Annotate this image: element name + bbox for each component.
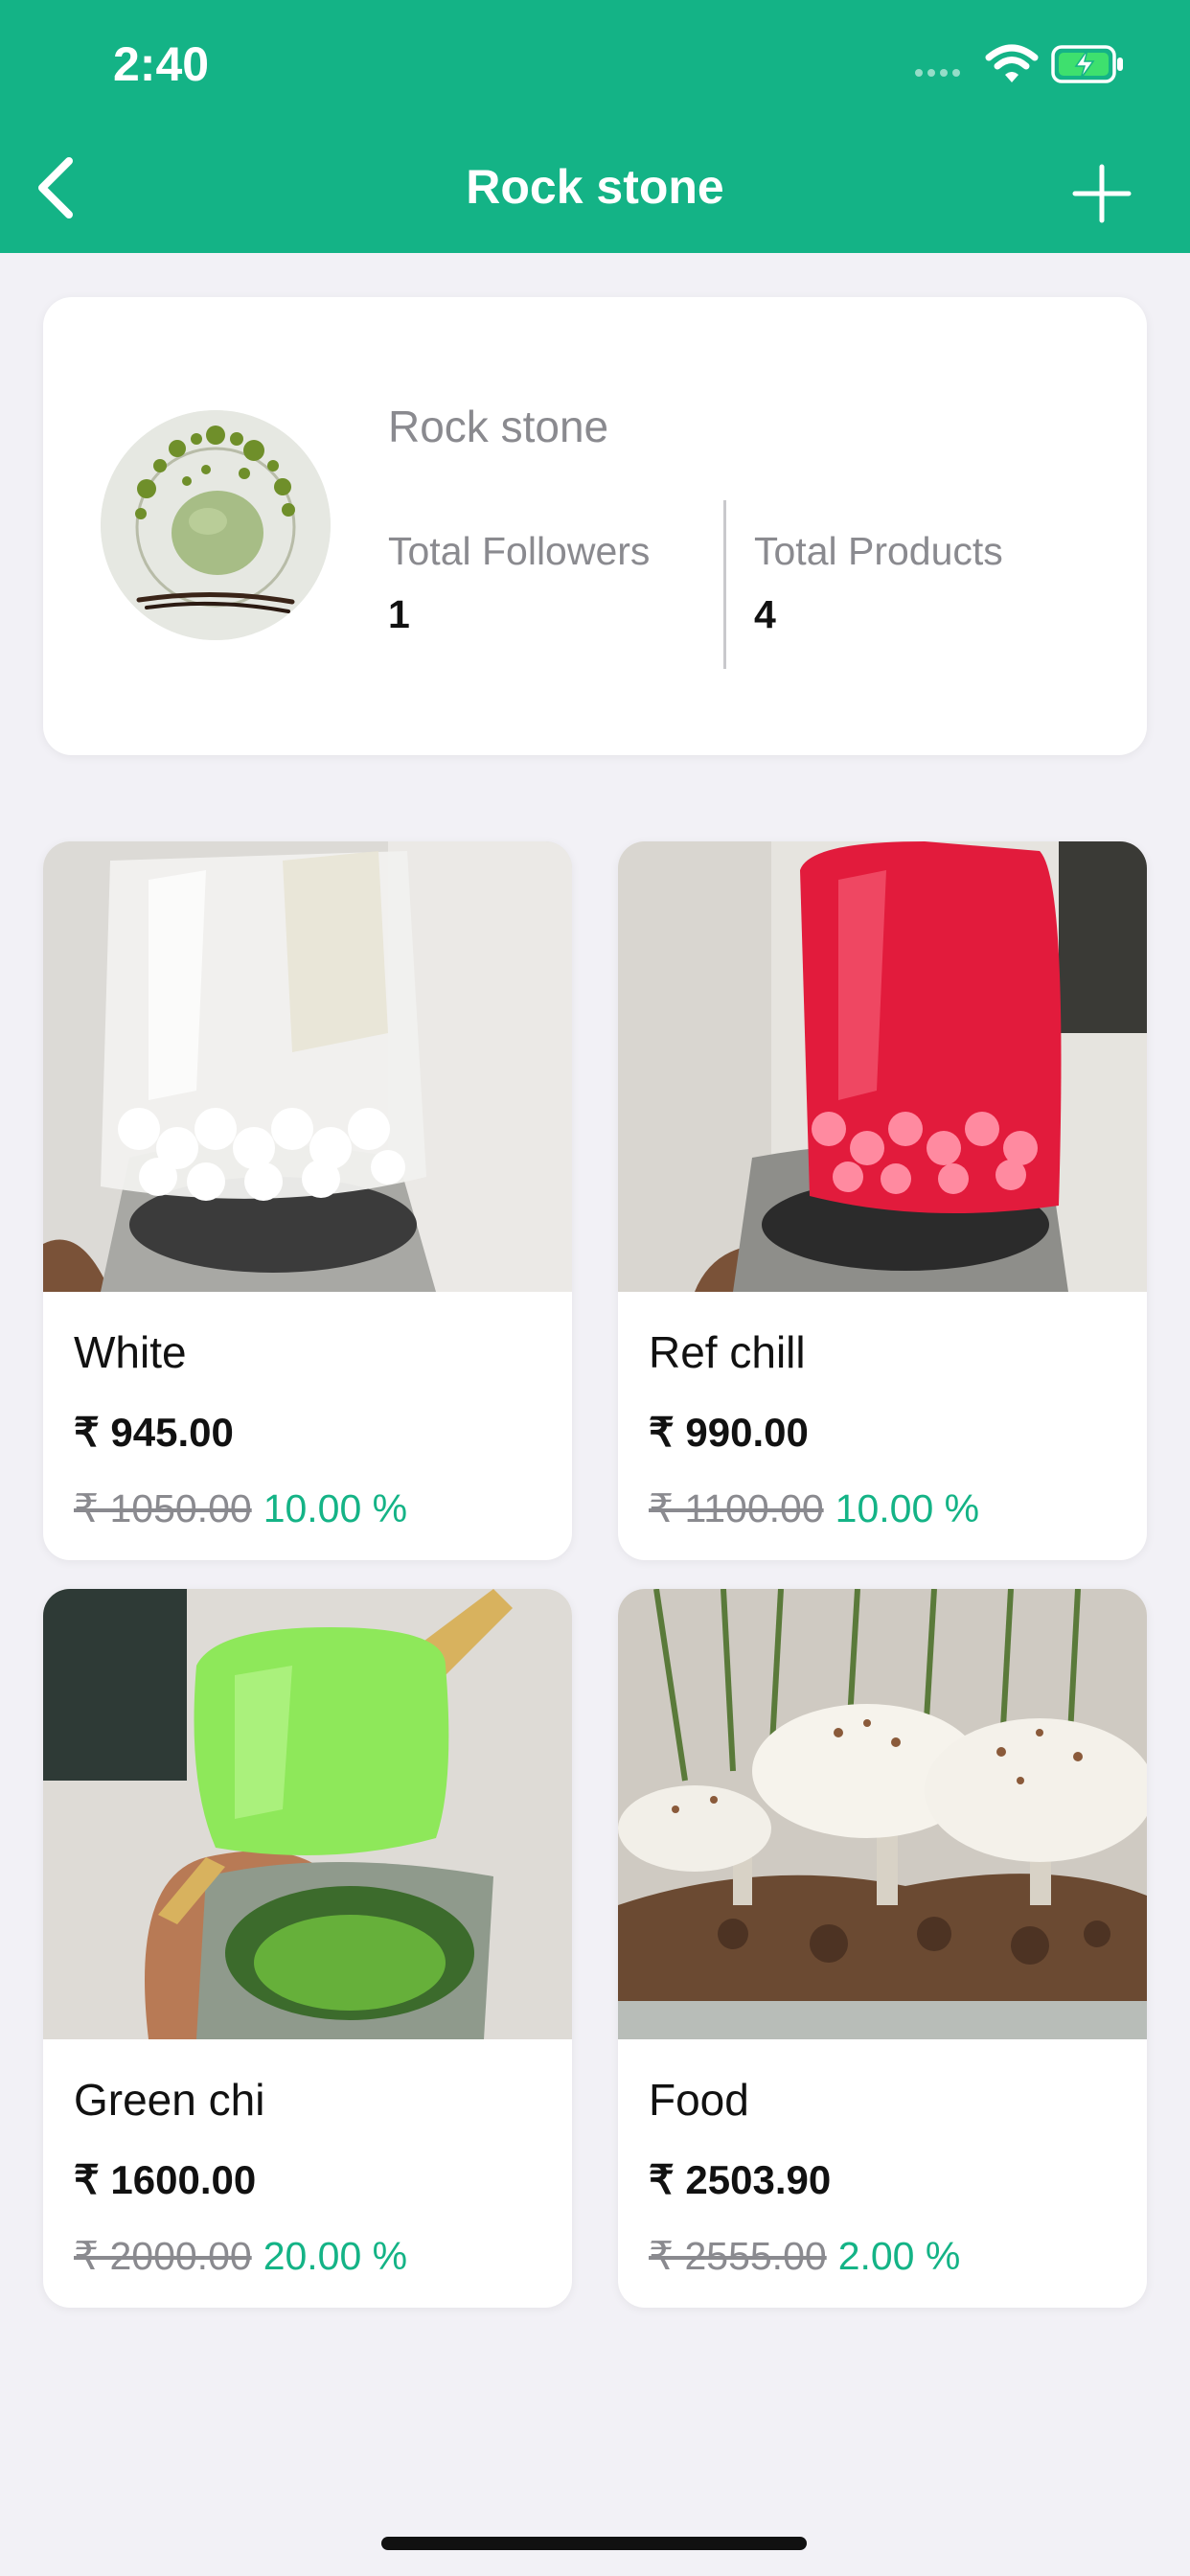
original-price: ₹ 2000.00 <box>74 2234 252 2278</box>
discount-badge: 20.00 % <box>263 2234 408 2278</box>
shop-avatar <box>101 410 331 640</box>
wifi-icon <box>985 44 1039 82</box>
products-label: Total Products <box>754 529 1003 573</box>
product-original-price-row: ₹ 2000.00 20.00 % <box>74 2233 407 2279</box>
product-card-white[interactable]: White ₹ 945.00 ₹ 1050.00 10.00 % <box>43 841 572 1560</box>
product-price: ₹ 990.00 <box>649 1410 809 1455</box>
shop-name: Rock stone <box>388 402 609 451</box>
app-header: 2:40 Rock stone <box>0 0 1190 253</box>
original-price: ₹ 1050.00 <box>74 1486 252 1530</box>
product-original-price-row: ₹ 1100.00 10.00 % <box>649 1485 979 1531</box>
product-image <box>618 841 1147 1292</box>
product-original-price-row: ₹ 2555.00 2.00 % <box>649 2233 960 2279</box>
add-product-button[interactable] <box>1071 163 1133 224</box>
stats-divider <box>723 500 726 669</box>
discount-badge: 2.00 % <box>837 2234 961 2278</box>
product-name: Food <box>649 2075 749 2125</box>
discount-badge: 10.00 % <box>835 1486 980 1530</box>
product-original-price-row: ₹ 1050.00 10.00 % <box>74 1485 407 1531</box>
plus-icon <box>1072 164 1132 223</box>
page-title: Rock stone <box>466 160 724 214</box>
cellular-signal-icon <box>915 69 960 77</box>
product-name: White <box>74 1327 187 1377</box>
product-price: ₹ 2503.90 <box>649 2157 832 2202</box>
battery-charging-icon <box>1051 45 1123 83</box>
home-indicator[interactable] <box>381 2537 807 2550</box>
discount-badge: 10.00 % <box>263 1486 408 1530</box>
product-card-green-chi[interactable]: Green chi ₹ 1600.00 ₹ 2000.00 20.00 % <box>43 1589 572 2308</box>
product-image <box>43 841 572 1292</box>
followers-label: Total Followers <box>388 529 651 573</box>
original-price: ₹ 1100.00 <box>649 1486 824 1530</box>
product-name: Ref chill <box>649 1327 806 1377</box>
product-card-food[interactable]: Food ₹ 2503.90 ₹ 2555.00 2.00 % <box>618 1589 1147 2308</box>
product-name: Green chi <box>74 2075 265 2125</box>
original-price: ₹ 2555.00 <box>649 2234 827 2278</box>
product-price: ₹ 945.00 <box>74 1410 234 1455</box>
products-count: 4 <box>754 592 776 636</box>
product-image <box>618 1589 1147 2039</box>
product-image <box>43 1589 572 2039</box>
status-time: 2:40 <box>113 37 210 91</box>
followers-count: 1 <box>388 592 410 636</box>
shop-profile-card: Rock stone Total Followers 1 Total Produ… <box>43 297 1147 755</box>
product-price: ₹ 1600.00 <box>74 2157 257 2202</box>
product-card-ref-chill[interactable]: Ref chill ₹ 990.00 ₹ 1100.00 10.00 % <box>618 841 1147 1560</box>
